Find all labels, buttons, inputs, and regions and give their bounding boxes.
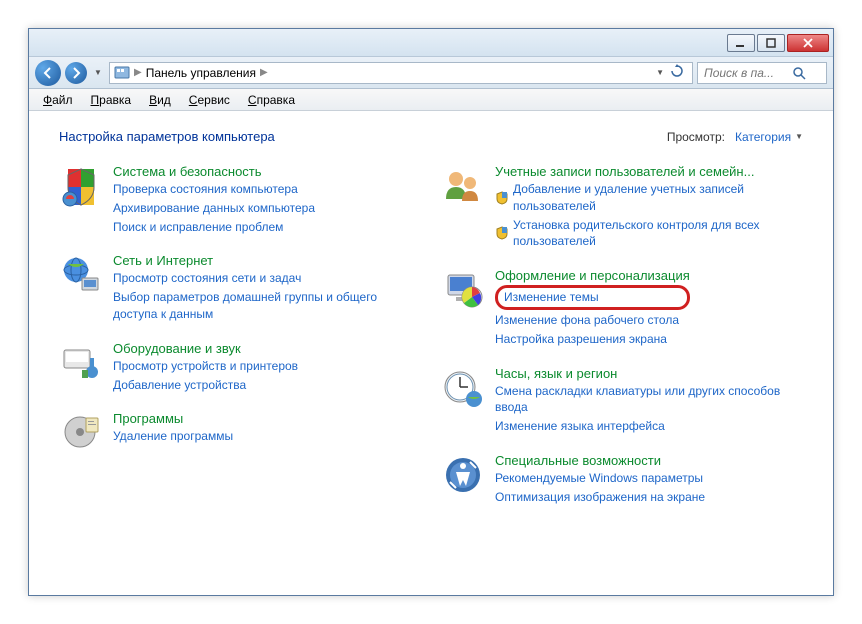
category-hardware-sound: Оборудование и звук Просмотр устройств и…	[59, 341, 421, 394]
appearance-icon	[441, 268, 485, 312]
link-find-fix-problems[interactable]: Поиск и исправление проблем	[113, 219, 315, 236]
control-panel-icon	[114, 65, 130, 81]
content-header: Настройка параметров компьютера Просмотр…	[59, 129, 803, 144]
back-button[interactable]	[35, 60, 61, 86]
view-by-value: Категория	[735, 130, 791, 144]
category-title-clock-language[interactable]: Часы, язык и регион	[495, 366, 803, 381]
link-keyboard-layout[interactable]: Смена раскладки клавиатуры или других сп…	[495, 383, 803, 417]
search-input[interactable]	[702, 65, 792, 81]
category-title-system-security[interactable]: Система и безопасность	[113, 164, 315, 179]
shield-icon	[495, 226, 509, 240]
page-title: Настройка параметров компьютера	[59, 129, 275, 144]
category-title-programs[interactable]: Программы	[113, 411, 233, 426]
category-network-internet: Сеть и Интернет Просмотр состояния сети …	[59, 253, 421, 322]
view-by-dropdown[interactable]: Категория ▼	[735, 130, 803, 144]
view-by: Просмотр: Категория ▼	[667, 130, 803, 144]
shield-icon	[495, 191, 509, 205]
user-accounts-icon	[441, 164, 485, 208]
link-network-status[interactable]: Просмотр состояния сети и задач	[113, 270, 421, 287]
link-check-computer-status[interactable]: Проверка состояния компьютера	[113, 181, 315, 198]
category-title-network-internet[interactable]: Сеть и Интернет	[113, 253, 421, 268]
chevron-right-icon: ▶	[134, 67, 142, 78]
ease-of-access-icon	[441, 453, 485, 497]
link-add-remove-accounts[interactable]: Добавление и удаление учетных записей по…	[513, 181, 803, 215]
close-button[interactable]	[787, 34, 829, 52]
chevron-down-icon: ▼	[795, 132, 803, 141]
right-column: Учетные записи пользователей и семейн...…	[441, 164, 803, 506]
link-change-wallpaper[interactable]: Изменение фона рабочего стола	[495, 312, 690, 329]
network-internet-icon	[59, 253, 103, 297]
category-programs: Программы Удаление программы	[59, 411, 421, 455]
category-clock-language-region: Часы, язык и регион Смена раскладки клав…	[441, 366, 803, 435]
link-optimize-display[interactable]: Оптимизация изображения на экране	[495, 489, 705, 506]
category-title-user-accounts[interactable]: Учетные записи пользователей и семейн...	[495, 164, 803, 179]
system-security-icon	[59, 164, 103, 208]
link-display-language[interactable]: Изменение языка интерфейса	[495, 418, 803, 435]
menubar: Файл Правка Вид Сервис Справка	[29, 89, 833, 111]
link-parental-controls[interactable]: Установка родительского контроля для все…	[513, 217, 803, 251]
link-devices-printers[interactable]: Просмотр устройств и принтеров	[113, 358, 298, 375]
minimize-button[interactable]	[727, 34, 755, 52]
view-by-label: Просмотр:	[667, 130, 725, 144]
search-box[interactable]	[697, 62, 827, 84]
clock-language-icon	[441, 366, 485, 410]
content: Настройка параметров компьютера Просмотр…	[29, 111, 833, 595]
category-ease-of-access: Специальные возможности Рекомендуемые Wi…	[441, 453, 803, 506]
breadcrumb-root[interactable]: Панель управления	[146, 66, 256, 80]
link-uninstall-program[interactable]: Удаление программы	[113, 428, 233, 445]
forward-button[interactable]	[65, 62, 87, 84]
hardware-sound-icon	[59, 341, 103, 385]
menu-edit[interactable]: Правка	[83, 91, 140, 109]
link-change-theme[interactable]: Изменение темы	[495, 285, 690, 310]
menu-service[interactable]: Сервис	[181, 91, 238, 109]
category-title-ease-of-access[interactable]: Специальные возможности	[495, 453, 705, 468]
category-title-hardware-sound[interactable]: Оборудование и звук	[113, 341, 298, 356]
left-column: Система и безопасность Проверка состояни…	[59, 164, 421, 506]
search-icon	[792, 66, 806, 80]
nav-history-dropdown[interactable]: ▼	[91, 68, 105, 77]
link-screen-resolution[interactable]: Настройка разрешения экрана	[495, 331, 690, 348]
link-backup-data[interactable]: Архивирование данных компьютера	[113, 200, 315, 217]
category-user-accounts: Учетные записи пользователей и семейн...…	[441, 164, 803, 250]
link-recommended-settings[interactable]: Рекомендуемые Windows параметры	[495, 470, 705, 487]
menu-view[interactable]: Вид	[141, 91, 179, 109]
category-appearance-personalization: Оформление и персонализация Изменение те…	[441, 268, 803, 347]
navbar: ▼ ▶ Панель управления ▶ ▼	[29, 57, 833, 89]
category-title-appearance[interactable]: Оформление и персонализация	[495, 268, 690, 283]
titlebar	[29, 29, 833, 57]
refresh-icon[interactable]	[670, 64, 684, 81]
category-system-security: Система и безопасность Проверка состояни…	[59, 164, 421, 235]
maximize-button[interactable]	[757, 34, 785, 52]
link-homegroup-sharing[interactable]: Выбор параметров домашней группы и общег…	[113, 289, 421, 323]
menu-file[interactable]: Файл	[35, 91, 81, 109]
breadcrumb[interactable]: ▶ Панель управления ▶ ▼	[109, 62, 693, 84]
control-panel-window: ▼ ▶ Панель управления ▶ ▼ Файл Правка Ви…	[28, 28, 834, 596]
category-columns: Система и безопасность Проверка состояни…	[59, 164, 803, 506]
programs-icon	[59, 411, 103, 455]
breadcrumb-dropdown[interactable]: ▼	[656, 68, 664, 77]
chevron-right-icon: ▶	[260, 67, 268, 78]
link-add-device[interactable]: Добавление устройства	[113, 377, 298, 394]
menu-help[interactable]: Справка	[240, 91, 303, 109]
